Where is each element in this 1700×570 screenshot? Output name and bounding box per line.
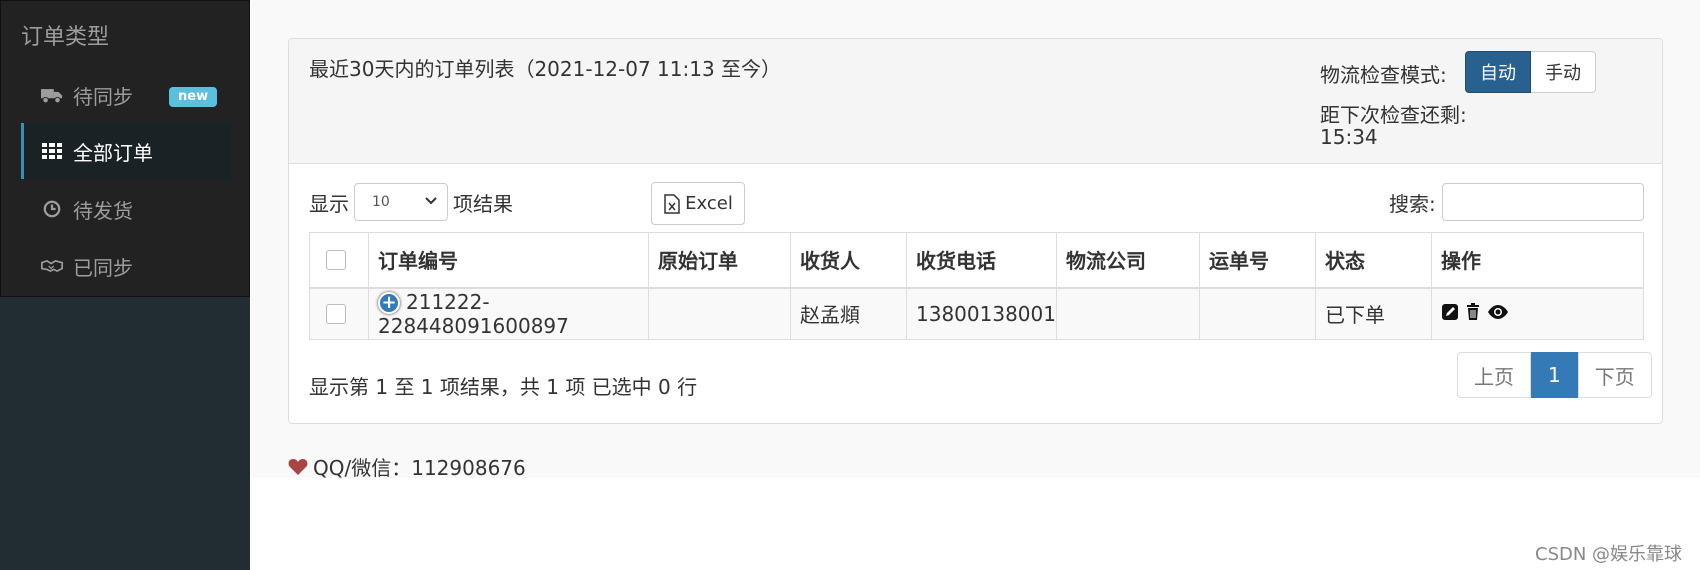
prev-page-button[interactable]: 上页: [1457, 352, 1531, 398]
watermark: CSDN @娱乐靠球: [1535, 544, 1683, 565]
contact-text: QQ/微信：112908676: [313, 456, 526, 480]
actions-cell: [1430, 287, 1645, 340]
file-excel-icon: [664, 193, 680, 214]
row-checkbox[interactable]: [326, 303, 346, 324]
eye-icon[interactable]: [1487, 303, 1509, 321]
table-info: 显示第 1 至 1 项结果，共 1 项 已选中 0 行: [309, 375, 698, 399]
trash-icon[interactable]: [1464, 302, 1482, 321]
col-receiver[interactable]: 收货人: [790, 232, 907, 289]
logistics-mode-label: 物流检查模式:: [1320, 63, 1447, 87]
sidebar-item-label: 全部订单: [73, 140, 153, 165]
col-phone[interactable]: 收货电话: [906, 232, 1057, 289]
table-row[interactable]: +211222-228448091600897 赵孟頫 13800138001 …: [309, 287, 1645, 340]
next-page-button[interactable]: 下页: [1577, 352, 1652, 398]
chevron-down-icon: [425, 197, 437, 205]
search-input[interactable]: [1442, 183, 1644, 221]
status-cell: 已下单: [1314, 287, 1432, 340]
original-order-cell: [648, 287, 791, 340]
clock-icon: [41, 198, 63, 220]
sidebar-item-label: 已同步: [73, 255, 133, 280]
phone-cell: 13800138001: [906, 287, 1057, 340]
row-select-cell: [309, 287, 369, 340]
order-no-cell: +211222-228448091600897: [368, 287, 649, 340]
countdown-label: 距下次检查还剩:: [1320, 103, 1467, 127]
manual-mode-button[interactable]: 手动: [1531, 51, 1596, 93]
sidebar-item-pending-ship[interactable]: 待发货: [21, 181, 231, 237]
excel-label: Excel: [685, 193, 733, 214]
table-header-row: 订单编号 原始订单 收货人 收货电话 物流公司 运单号 状态 操作: [309, 232, 1645, 289]
footer: QQ/微信：112908676: [288, 452, 526, 481]
panel-header: 最近30天内的订单列表（2021-12-07 11:13 至今） 物流检查模式:…: [289, 39, 1662, 164]
sidebar-item-all-orders[interactable]: 全部订单: [21, 123, 231, 179]
logistics-cell: [1055, 287, 1200, 340]
select-all-checkbox[interactable]: [326, 249, 346, 270]
new-badge: new: [169, 87, 218, 107]
sidebar-item-synced[interactable]: 已同步: [21, 238, 231, 294]
pagination: 上页 1 下页: [1457, 352, 1652, 398]
col-status[interactable]: 状态: [1314, 232, 1432, 289]
handshake-icon: [41, 255, 63, 277]
excel-export-button[interactable]: Excel: [651, 182, 745, 225]
grid-icon: [41, 140, 63, 162]
select-all-cell: [309, 232, 369, 289]
auto-mode-button[interactable]: 自动: [1465, 51, 1531, 93]
sidebar-item-label: 待发货: [73, 198, 133, 223]
page-1-button[interactable]: 1: [1531, 352, 1578, 398]
sidebar-item-label: 待同步: [73, 84, 133, 109]
page-length-value: 10: [372, 194, 390, 210]
col-logistics[interactable]: 物流公司: [1055, 232, 1200, 289]
orders-table: 订单编号 原始订单 收货人 收货电话 物流公司 运单号 状态 操作 +21122…: [309, 232, 1645, 340]
panel-title: 最近30天内的订单列表（2021-12-07 11:13 至今）: [309, 57, 782, 81]
sidebar: 订单类型 待同步 new 全部订单 待发货 已同步: [0, 0, 250, 297]
expand-row-icon[interactable]: +: [378, 292, 400, 314]
edit-icon[interactable]: [1441, 303, 1459, 321]
sidebar-title: 订单类型: [21, 25, 110, 50]
col-order-no[interactable]: 订单编号: [368, 232, 649, 289]
logistics-mode-toggle: 自动 手动: [1465, 51, 1596, 93]
sidebar-item-pending-sync[interactable]: 待同步 new: [21, 67, 231, 123]
order-no: 211222-228448091600897: [378, 289, 569, 339]
heart-icon: [288, 458, 308, 475]
search-label: 搜索:: [1389, 192, 1436, 216]
receiver-cell: 赵孟頫: [790, 287, 907, 340]
orders-panel: 最近30天内的订单列表（2021-12-07 11:13 至今） 物流检查模式:…: [288, 38, 1663, 424]
col-original-order[interactable]: 原始订单: [648, 232, 791, 289]
countdown-time: 15:34: [1320, 125, 1378, 149]
col-waybill[interactable]: 运单号: [1198, 232, 1316, 289]
waybill-cell: [1198, 287, 1316, 340]
page-length-select[interactable]: 10: [354, 183, 448, 221]
result-label: 项结果: [453, 192, 513, 216]
col-actions: 操作: [1430, 232, 1645, 289]
show-label: 显示: [309, 192, 349, 216]
truck-icon: [41, 84, 63, 106]
